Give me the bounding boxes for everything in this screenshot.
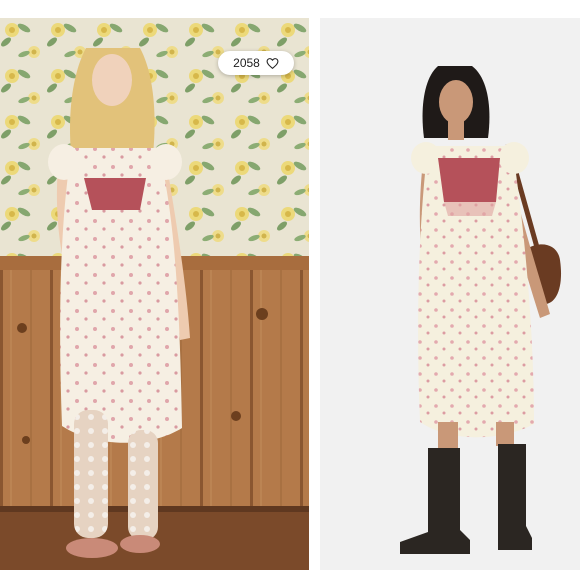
photo-right-illustration (320, 18, 580, 570)
heart-outline-icon[interactable] (266, 57, 279, 70)
like-count: 2058 (233, 56, 260, 70)
like-count-badge[interactable]: 2058 (218, 51, 294, 75)
product-photo-left[interactable]: 2058 (0, 18, 309, 570)
photo-divider (309, 18, 320, 570)
photo-left-illustration (0, 18, 309, 570)
product-photo-right[interactable] (320, 18, 580, 570)
